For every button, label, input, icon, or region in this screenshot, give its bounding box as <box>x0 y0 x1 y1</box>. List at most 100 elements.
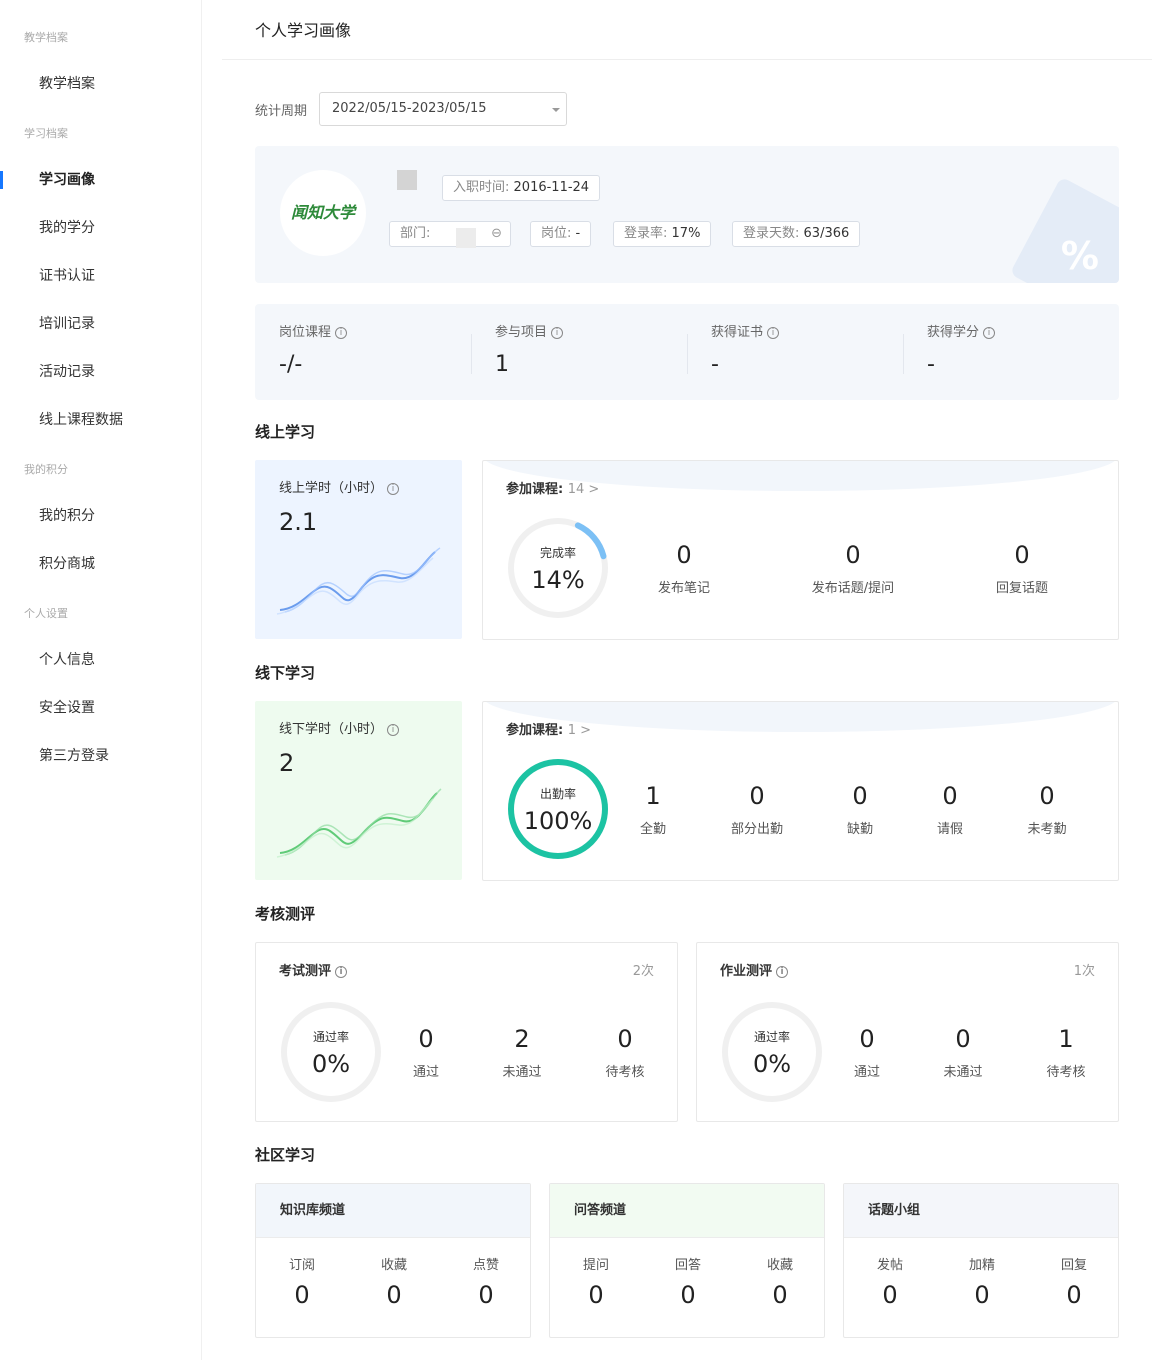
collapse-icon[interactable]: ⊖ <box>491 222 502 246</box>
sidebar-item-teaching-archive[interactable]: 教学档案 <box>0 64 201 104</box>
sidebar-item-personal-info[interactable]: 个人信息 <box>0 640 201 680</box>
info-icon[interactable]: i <box>335 966 348 978</box>
sidebar-item-third-party-login[interactable]: 第三方登录 <box>0 736 201 776</box>
homework-evaluation-card: 作业测评 i 1次 通过率 0% 0 通过 0 未通过 1 待考核 <box>696 942 1119 1122</box>
info-icon[interactable]: i <box>387 724 400 736</box>
qa-channel-card[interactable]: 问答频道 提问 0 回答 0 收藏 0 <box>549 1183 825 1338</box>
period-select[interactable]: 2022/05/15-2023/05/15 <box>319 92 567 126</box>
summary-stats: 岗位课程 i -/- 参与项目 i 1 获得证书 i - 获得学分 i - <box>255 304 1119 400</box>
metric-value: 2 <box>514 1025 530 1053</box>
knowledge-channel-card[interactable]: 知识库频道 订阅 0 收藏 0 点赞 0 <box>255 1183 531 1338</box>
metric-label: 发布笔记 <box>657 581 710 596</box>
sidebar-item-online-course-data[interactable]: 线上课程数据 <box>0 400 201 440</box>
qa-channel-title: 问答频道 <box>550 1184 824 1238</box>
metric-homework-pending: 1 待考核 <box>1026 1025 1106 1080</box>
info-icon[interactable]: i <box>983 327 996 339</box>
stat-label: 点赞 <box>472 1258 499 1273</box>
metric-exam-passed: 0 通过 <box>386 1025 466 1080</box>
sidebar-item-learning-portrait[interactable]: 学习画像 <box>0 160 201 200</box>
metric-value: 0 <box>859 1025 875 1053</box>
stat-label: 获得证书 <box>711 325 764 340</box>
stat-featured: 加精 0 <box>936 1254 1028 1309</box>
avatar <box>397 170 417 190</box>
page-title: 个人学习画像 <box>255 21 352 40</box>
metric-value: 0 <box>942 782 958 810</box>
metric-value: 0 <box>418 1025 434 1053</box>
info-icon[interactable]: i <box>335 327 348 339</box>
department-tag: 部门: ⊖ <box>389 221 511 248</box>
info-icon[interactable]: i <box>776 966 789 978</box>
online-courses-header[interactable]: 参加课程: 14 > <box>506 478 599 497</box>
stat-label: 提问 <box>582 1258 609 1273</box>
metric-value: 1 <box>1058 1025 1074 1053</box>
login-days-value: 63/366 <box>803 226 850 241</box>
sidebar-item-security-settings[interactable]: 安全设置 <box>0 688 201 728</box>
position-value: - <box>575 226 581 241</box>
completion-rate-label: 完成率 <box>539 546 576 560</box>
info-icon[interactable]: i <box>387 483 400 495</box>
period-label: 统计周期 <box>255 104 308 119</box>
login-rate-label: 登录率: <box>624 226 668 241</box>
login-rate-tag: 登录率: 17% <box>613 221 712 247</box>
info-icon[interactable]: i <box>767 327 780 339</box>
sidebar-item-activity-records[interactable]: 活动记录 <box>0 352 201 392</box>
sidebar-item-my-credits[interactable]: 我的学分 <box>0 208 201 248</box>
homework-pass-ring: 通过率 0% <box>720 1000 824 1104</box>
metric-topics: 0 发布话题/提问 <box>793 541 913 596</box>
sidebar-item-certificates[interactable]: 证书认证 <box>0 256 201 296</box>
stat-label: 发帖 <box>876 1258 903 1273</box>
stat-value: 0 <box>772 1281 788 1309</box>
stat-answer: 回答 0 <box>642 1254 734 1309</box>
metric-label: 通过 <box>853 1065 880 1080</box>
homework-pass-rate-value: 0% <box>752 1050 792 1078</box>
online-courses-label: 参加课程: <box>506 482 564 497</box>
sidebar-item-my-points[interactable]: 我的积分 <box>0 496 201 536</box>
attendance-rate-label: 出勤率 <box>539 787 576 801</box>
position-tag: 岗位: - <box>530 221 592 247</box>
exam-evaluation-card: 考试测评 i 2次 通过率 0% 0 通过 2 未通过 0 待考核 <box>255 942 678 1122</box>
stat-favorite: 收藏 0 <box>734 1254 824 1309</box>
metric-label: 未通过 <box>502 1065 542 1080</box>
sidebar-item-training-records[interactable]: 培训记录 <box>0 304 201 344</box>
metric-label: 未考勤 <box>1027 822 1067 837</box>
stat-value: 0 <box>1066 1281 1082 1309</box>
exam-evaluation-header: 考试测评 i <box>279 960 348 979</box>
attendance-rate-value: 100% <box>523 807 593 835</box>
metric-label: 待考核 <box>605 1065 645 1080</box>
homework-count: 1次 <box>1073 964 1095 979</box>
sidebar-group-teaching: 教学档案 <box>24 31 68 44</box>
online-hours-value: 2.1 <box>279 508 318 536</box>
stat-subscribe: 订阅 0 <box>256 1254 348 1309</box>
metric-value: 0 <box>749 782 765 810</box>
metric-value: 1 <box>645 782 661 810</box>
stat-value: 0 <box>478 1281 494 1309</box>
stat-value: 0 <box>974 1281 990 1309</box>
stat-reply: 回复 0 <box>1028 1254 1118 1309</box>
divider <box>222 59 1152 60</box>
stat-value: 0 <box>386 1281 402 1309</box>
offline-hours-label: 线下学时（小时） <box>279 722 384 737</box>
profile-card: % 闻知大学 入职时间: 2016-11-24 部门: ⊖ 岗位: - 登录率:… <box>255 146 1119 283</box>
metric-not-checked: 0 未考勤 <box>1007 782 1087 837</box>
stat-label: 获得学分 <box>927 325 980 340</box>
metric-notes: 0 发布笔记 <box>624 541 744 596</box>
stat-post: 发帖 0 <box>844 1254 936 1309</box>
stat-certificates: 获得证书 i - <box>687 304 903 400</box>
stat-value: 0 <box>680 1281 696 1309</box>
metric-replies: 0 回复话题 <box>962 541 1082 596</box>
metric-full-attendance: 1 全勤 <box>613 782 693 837</box>
knowledge-channel-title: 知识库频道 <box>256 1184 530 1238</box>
stat-label: 参与项目 <box>495 325 548 340</box>
homework-evaluation-title: 作业测评 <box>720 964 773 979</box>
department-redacted <box>456 228 476 248</box>
offline-courses-count: 1 > <box>567 723 592 738</box>
homework-evaluation-header: 作业测评 i <box>720 960 789 979</box>
attendance-ring: 出勤率 100% <box>506 757 610 861</box>
topic-group-card[interactable]: 话题小组 发帖 0 加精 0 回复 0 <box>843 1183 1119 1338</box>
offline-courses-header[interactable]: 参加课程: 1 > <box>506 719 591 738</box>
sidebar-group-learning: 学习档案 <box>24 127 68 140</box>
online-hours-card: 线上学时（小时） i 2.1 <box>255 460 462 639</box>
completion-rate-value: 14% <box>531 566 585 594</box>
sidebar-item-points-mall[interactable]: 积分商城 <box>0 544 201 584</box>
info-icon[interactable]: i <box>551 327 564 339</box>
